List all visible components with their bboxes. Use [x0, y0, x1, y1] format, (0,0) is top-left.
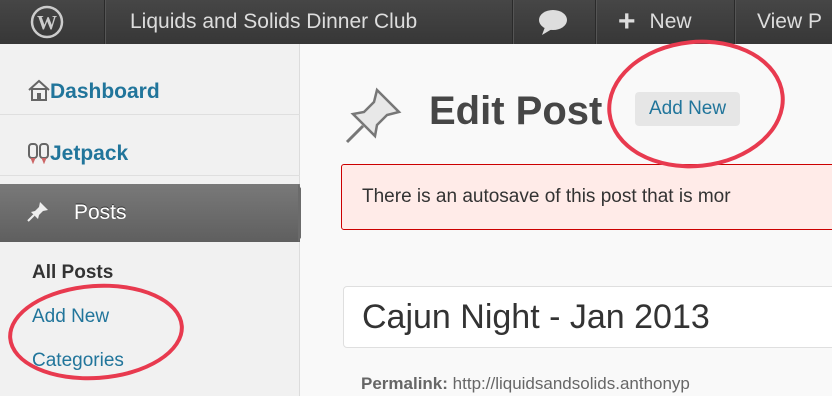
view-post-link[interactable]: View P: [757, 0, 822, 44]
add-new-button[interactable]: Add New: [635, 92, 741, 126]
admin-bar-divider: [734, 0, 735, 44]
permalink-row: Permalink: http://liquidsandsolids.antho…: [361, 374, 690, 394]
plus-icon: +: [618, 5, 636, 38]
permalink-label: Permalink:: [361, 374, 448, 393]
home-icon: [0, 78, 50, 107]
submenu-all-posts[interactable]: All Posts: [32, 262, 113, 284]
notice-text: There is an autosave of this post that i…: [362, 186, 731, 207]
menu-divider: [0, 114, 300, 115]
jetpack-icon: [0, 140, 49, 169]
svg-text:W: W: [37, 12, 57, 34]
autosave-notice: There is an autosave of this post that i…: [341, 164, 832, 230]
pushpin-icon: [0, 199, 52, 228]
comment-icon: [539, 10, 567, 35]
main-content: Edit Post Add New There is an autosave o…: [301, 44, 832, 396]
sidebar-item-posts[interactable]: Posts: [0, 184, 300, 242]
sidebar-item-label: Jetpack: [50, 142, 129, 165]
admin-sidebar: Dashboard Jetpack Posts All Posts Add Ne…: [0, 44, 318, 396]
sidebar-item-label: Dashboard: [50, 80, 160, 103]
submenu-categories[interactable]: Categories: [32, 350, 124, 372]
post-title-wrap: [343, 286, 832, 348]
new-label: New: [649, 10, 692, 33]
new-content-menu[interactable]: + New: [618, 0, 692, 44]
submenu-add-new[interactable]: Add New: [32, 306, 109, 328]
admin-bar-divider: [595, 0, 596, 44]
permalink-url[interactable]: http://liquidsandsolids.anthonyp: [453, 374, 690, 393]
comments-link[interactable]: [537, 0, 573, 44]
sidebar-item-dashboard[interactable]: Dashboard: [0, 62, 300, 122]
sidebar-item-label: Posts: [74, 201, 127, 224]
wp-admin-screen: W Liquids and Solids Dinner Club + New V…: [0, 0, 832, 396]
admin-bar-divider: [512, 0, 513, 44]
site-name-link[interactable]: Liquids and Solids Dinner Club: [130, 0, 417, 44]
page-title: Edit Post: [429, 89, 603, 133]
menu-divider: [0, 175, 300, 176]
wordpress-logo-menu[interactable]: W: [30, 0, 68, 44]
post-title-input[interactable]: [362, 297, 832, 337]
wordpress-icon: W: [30, 5, 64, 39]
pushpin-icon: [341, 84, 405, 153]
admin-bar-divider: [104, 0, 105, 44]
admin-bar: W Liquids and Solids Dinner Club + New V…: [0, 0, 832, 44]
